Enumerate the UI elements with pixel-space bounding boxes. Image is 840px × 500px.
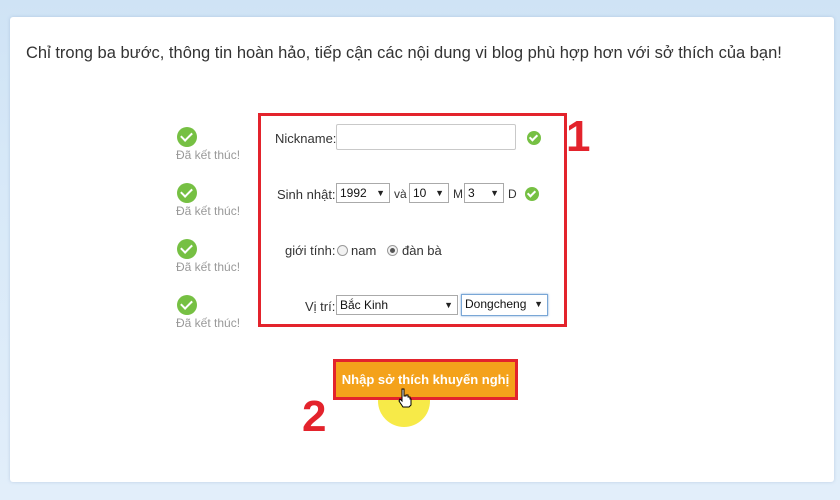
step-label: Đã kết thúc! [176, 260, 241, 274]
annotation-number: 1 [566, 112, 591, 161]
and-label: và [394, 187, 407, 201]
day-value: 3 [468, 186, 475, 200]
gender-label: giới tính: [285, 243, 336, 258]
check-icon [177, 183, 197, 203]
step-label: Đã kết thúc! [176, 204, 241, 218]
year-value: 1992 [340, 186, 367, 200]
location-label: Vị trí: [305, 299, 336, 314]
gender-option-male: nam [351, 243, 377, 258]
gender-radio-female[interactable] [387, 245, 398, 256]
valid-check-icon [525, 187, 539, 201]
gender-radio-male[interactable] [337, 245, 348, 256]
year-select[interactable]: 1992 ▼ [336, 183, 390, 203]
dropdown-arrow-icon: ▼ [534, 299, 543, 309]
hand-cursor-icon [398, 388, 412, 408]
nickname-label: Nickname: [275, 131, 337, 146]
birthday-label: Sinh nhật: [277, 187, 336, 202]
step-4: Đã kết thúc! [176, 295, 256, 330]
dropdown-arrow-icon: ▼ [435, 188, 444, 198]
month-unit: M [453, 187, 463, 201]
day-select[interactable]: 3 ▼ [464, 183, 504, 203]
district-select[interactable]: Dongcheng ▼ [461, 294, 548, 316]
month-select[interactable]: 10 ▼ [409, 183, 449, 203]
province-select[interactable]: Bắc Kinh ▼ [336, 295, 458, 315]
dropdown-arrow-icon: ▼ [490, 188, 499, 198]
check-icon [177, 295, 197, 315]
step-2: Đã kết thúc! [176, 183, 256, 218]
check-icon [177, 127, 197, 147]
valid-check-icon [527, 131, 541, 145]
check-icon [177, 239, 197, 259]
step-label: Đã kết thúc! [176, 316, 241, 330]
submit-button[interactable]: Nhập sở thích khuyến nghị [336, 362, 515, 397]
day-unit: D [508, 187, 517, 201]
intro-text: Chỉ trong ba bước, thông tin hoàn hảo, t… [26, 44, 782, 62]
dropdown-arrow-icon: ▼ [444, 300, 453, 310]
province-value: Bắc Kinh [340, 298, 389, 312]
annotation-number: 2 [302, 392, 327, 441]
month-value: 10 [413, 186, 427, 200]
step-1: Đã kết thúc! [176, 127, 256, 162]
dropdown-arrow-icon: ▼ [376, 188, 385, 198]
step-label: Đã kết thúc! [176, 148, 241, 162]
step-3: Đã kết thúc! [176, 239, 256, 274]
district-value: Dongcheng [465, 297, 527, 311]
nickname-input[interactable] [336, 124, 516, 150]
gender-option-female: đàn bà [402, 243, 442, 258]
